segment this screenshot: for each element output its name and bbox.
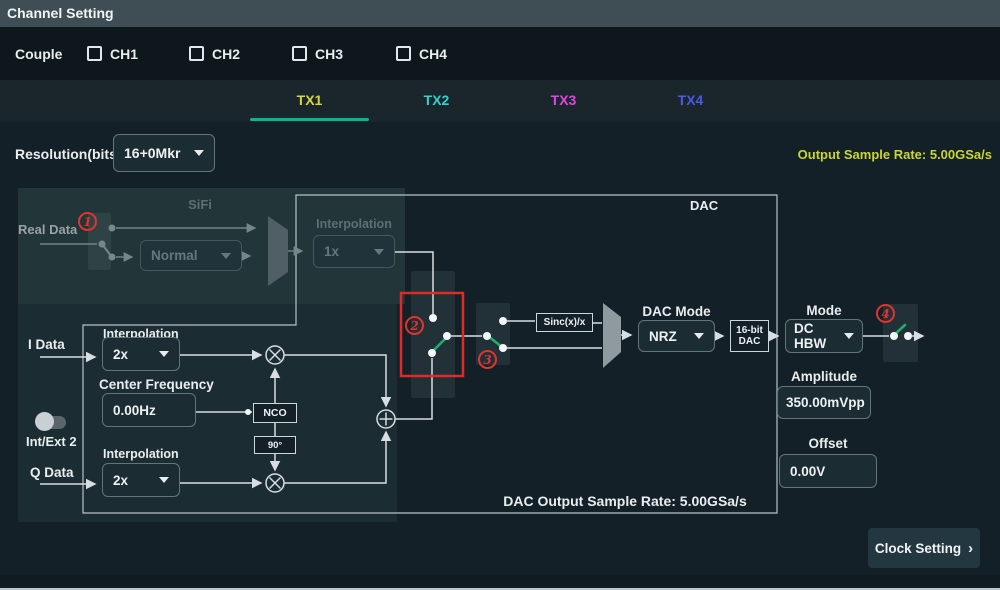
adder-icon <box>377 410 395 428</box>
offset-input[interactable]: 0.00V <box>779 454 877 488</box>
sifi-interpolation-value: 1x <box>324 244 339 259</box>
chevron-down-icon <box>374 249 384 255</box>
q-interpolation-dropdown[interactable]: 2x <box>102 463 180 497</box>
amplitude-label: Amplitude <box>777 369 871 384</box>
dac-output-sample-rate-text: DAC Output Sample Rate: 5.00GSa/s <box>460 493 790 509</box>
sifi-mux <box>268 216 288 286</box>
chevron-down-icon <box>694 333 704 339</box>
dac-mux <box>603 303 621 368</box>
dac-chip-line2: DAC <box>739 336 761 348</box>
amplitude-input[interactable]: 350.00mVpp <box>777 386 871 419</box>
dac-mode-label: DAC Mode <box>638 304 715 319</box>
q-data-label: Q Data <box>30 465 74 480</box>
int-ext-toggle-label: Int/Ext 2 <box>26 434 77 449</box>
output-mode-dropdown[interactable]: DC HBW <box>785 319 863 353</box>
sifi-mode-value: Normal <box>151 248 198 263</box>
annotation-marker-2: 2 <box>405 316 424 335</box>
sinc-filter-block: Sinc(x)/x <box>536 313 593 332</box>
annotation-marker-3: 3 <box>478 350 497 369</box>
offset-label: Offset <box>779 436 877 451</box>
chevron-down-icon <box>844 333 854 339</box>
sifi-interpolation-dropdown[interactable]: 1x <box>313 235 395 268</box>
mixer-i-icon <box>266 346 284 364</box>
i-interpolation-dropdown[interactable]: 2x <box>102 337 180 371</box>
nco-junction-dot <box>245 409 251 415</box>
chevron-right-icon: › <box>968 540 973 557</box>
annotation-marker-1: 1 <box>78 212 97 231</box>
sifi-interpolation-label: Interpolation <box>304 217 404 231</box>
amplitude-value: 350.00mVpp <box>786 395 865 410</box>
output-mode-label: Mode <box>785 303 863 318</box>
sifi-mode-dropdown[interactable]: Normal <box>140 240 242 271</box>
sifi-title: SiFi <box>150 197 250 212</box>
int-ext-toggle-knob[interactable] <box>35 412 54 431</box>
q-interpolation-value: 2x <box>113 473 128 488</box>
annotation-marker-4: 4 <box>876 304 895 323</box>
center-frequency-label: Center Frequency <box>99 377 214 392</box>
phase-shift-block: 90° <box>254 436 296 454</box>
offset-value: 0.00V <box>790 464 825 479</box>
dac-chip-block: 16-bit DAC <box>730 320 769 352</box>
footer-band <box>0 575 1000 588</box>
i-data-label: I Data <box>28 337 65 352</box>
chevron-down-icon <box>159 477 169 483</box>
dac-chip-line1: 16-bit <box>736 325 763 337</box>
nco-block: NCO <box>253 403 297 423</box>
real-data-label: Real Data <box>18 222 77 237</box>
chevron-down-icon <box>159 351 169 357</box>
dac-section-title: DAC <box>690 198 718 213</box>
center-frequency-input[interactable]: 0.00Hz <box>102 393 196 427</box>
center-frequency-value: 0.00Hz <box>113 403 156 418</box>
mixer-q-icon <box>266 474 284 492</box>
dac-mode-dropdown[interactable]: NRZ <box>638 320 715 352</box>
clock-setting-label: Clock Setting <box>875 541 961 556</box>
chevron-down-icon <box>221 253 231 259</box>
output-mode-value: DC HBW <box>794 321 838 351</box>
q-interpolation-label: Interpolation <box>103 447 179 461</box>
i-interpolation-value: 2x <box>113 347 128 362</box>
channel-setting-window: Channel Setting Couple CH1 CH2 CH3 CH4 T… <box>0 0 1000 590</box>
dac-mode-value: NRZ <box>649 329 677 344</box>
clock-setting-button[interactable]: Clock Setting › <box>868 528 980 568</box>
